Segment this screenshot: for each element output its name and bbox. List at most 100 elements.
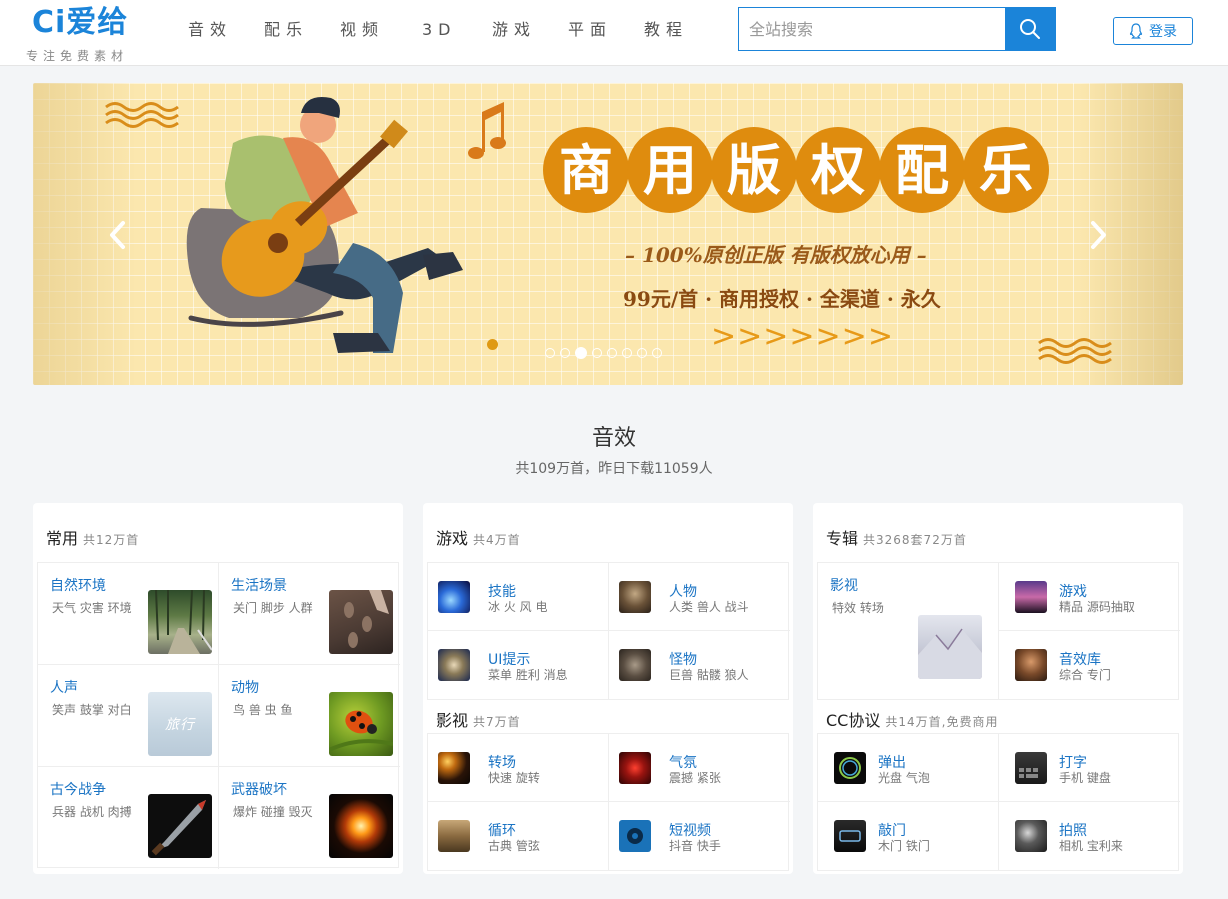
card-count: 共4万首 xyxy=(473,533,521,547)
card-header: 影视 共7万首 xyxy=(436,707,521,731)
nav-video[interactable]: 视频 xyxy=(340,18,384,42)
cc-typing[interactable]: 打字 手机 键盘 xyxy=(999,734,1180,802)
nav-game[interactable]: 游戏 xyxy=(492,18,536,42)
cc-photo[interactable]: 拍照 相机 宝利来 xyxy=(999,802,1180,870)
album-game[interactable]: 游戏 精品 源码抽取 xyxy=(999,563,1180,631)
site-logo[interactable]: Ci爱给 专注免费素材 xyxy=(26,5,150,64)
category-tags: 天气 灾害 环境 xyxy=(52,601,132,615)
popup-thumbnail xyxy=(834,752,866,784)
category-monster[interactable]: 怪物 巨兽 骷髅 狼人 xyxy=(609,631,790,699)
wavy-lines-decoration xyxy=(105,102,179,128)
album-game-thumbnail xyxy=(1015,581,1047,613)
category-skill[interactable]: 技能 冰 火 风 电 xyxy=(428,563,609,631)
skill-thumbnail xyxy=(438,581,470,613)
card-header: 游戏 共4万首 xyxy=(436,525,521,549)
category-character[interactable]: 人物 人类 兽人 战斗 xyxy=(609,563,790,631)
category-tags: 相机 宝利来 xyxy=(1059,839,1123,853)
banner-title-char: 用 xyxy=(627,127,713,213)
category-short-video[interactable]: 短视频 抖音 快手 xyxy=(609,802,790,870)
search-input[interactable] xyxy=(739,8,1005,50)
category-grid: 弹出 光盘 气泡 打字 手机 键盘 敲门 木门 铁门 拍照 相机 宝利来 xyxy=(817,733,1180,871)
banner-dot[interactable] xyxy=(592,348,602,358)
login-button[interactable]: 登录 xyxy=(1113,17,1193,45)
chevron-right-icon xyxy=(1091,221,1106,249)
category-tags: 手机 键盘 xyxy=(1059,771,1111,785)
category-atmosphere[interactable]: 气氛 震撼 紧张 xyxy=(609,734,790,802)
ladybug-graphic xyxy=(329,710,393,752)
snow-scene-thumbnail xyxy=(918,615,982,679)
banner-pagination xyxy=(545,347,662,359)
banner-dot[interactable] xyxy=(622,348,632,358)
card-title[interactable]: 常用 xyxy=(46,529,78,548)
card-album-cc: 专辑 共3268套72万首 影视 特效 转场 游戏 精品 源码抽取 音效库 综合 … xyxy=(813,503,1183,874)
logo-text: Ci爱给 xyxy=(32,5,129,40)
category-tags: 木门 铁门 xyxy=(878,839,930,853)
card-common: 常用 共12万首 自然环境 天气 灾害 环境 生活场景 关门 脚步 人群 人声 笑… xyxy=(33,503,403,874)
hero-banner[interactable]: 商 用 版 权 配 乐 – 100%原创正版 有版权放心用 – 99元/首 · … xyxy=(33,83,1183,385)
category-tags: 震撼 紧张 xyxy=(669,771,721,785)
banner-dot[interactable] xyxy=(652,348,662,358)
category-name: 人声 xyxy=(50,680,78,696)
banner-dot[interactable] xyxy=(545,348,555,358)
category-war[interactable]: 古今战争 兵器 战机 肉搏 xyxy=(38,767,219,869)
section-title: 音效 xyxy=(591,426,636,451)
banner-title: 商 用 版 权 配 乐 xyxy=(543,127,1053,217)
banner-title-char: 权 xyxy=(795,127,881,213)
forest-path-thumbnail xyxy=(148,590,212,654)
category-nature[interactable]: 自然环境 天气 灾害 环境 xyxy=(38,563,219,665)
banner-dot[interactable] xyxy=(607,348,617,358)
category-ui-hint[interactable]: UI提示 菜单 胜利 消息 xyxy=(428,631,609,699)
album-film[interactable]: 影视 特效 转场 xyxy=(818,563,999,699)
banner-arrows: >>>>>>> xyxy=(711,319,894,354)
category-loop[interactable]: 循环 古典 管弦 xyxy=(428,802,609,870)
card-title[interactable]: 游戏 xyxy=(436,529,468,548)
explosion-thumbnail xyxy=(329,794,393,858)
category-life[interactable]: 生活场景 关门 脚步 人群 xyxy=(219,563,400,665)
section-stats: 共109万首，昨日下载11059人 xyxy=(515,461,713,477)
logo-slogan: 专注免费素材 xyxy=(26,49,129,63)
banner-prev-button[interactable] xyxy=(103,217,133,253)
category-grid: 自然环境 天气 灾害 环境 生活场景 关门 脚步 人群 人声 笑声 鼓掌 对白 … xyxy=(37,562,400,869)
wavy-lines-decoration-right xyxy=(1038,338,1112,364)
knock-thumbnail xyxy=(834,820,866,852)
banner-dot-active[interactable] xyxy=(575,347,587,359)
banner-dot[interactable] xyxy=(560,348,570,358)
category-name: 武器破坏 xyxy=(231,782,287,798)
monster-thumbnail xyxy=(619,649,651,681)
nav-graphic[interactable]: 平面 xyxy=(568,18,612,42)
category-name: 动物 xyxy=(231,680,259,696)
banner-title-char: 商 xyxy=(543,127,629,213)
category-tags: 人类 兽人 战斗 xyxy=(669,600,749,614)
nav-3d[interactable]: 3D xyxy=(422,18,457,42)
nav-music[interactable]: 配乐 xyxy=(264,18,308,42)
nav-sound-effects[interactable]: 音效 xyxy=(188,18,232,42)
card-title[interactable]: CC协议 xyxy=(826,711,880,730)
card-header: 专辑 共3268套72万首 xyxy=(826,525,967,549)
qq-icon xyxy=(1129,23,1143,39)
category-transition[interactable]: 转场 快速 旋转 xyxy=(428,734,609,802)
nav-tutorial[interactable]: 教程 xyxy=(644,18,688,42)
category-grid: 技能 冰 火 风 电 人物 人类 兽人 战斗 UI提示 菜单 胜利 消息 怪物 … xyxy=(427,562,790,700)
category-weapon[interactable]: 武器破坏 爆炸 碰撞 毁灭 xyxy=(219,767,400,869)
album-library-thumbnail xyxy=(1015,649,1047,681)
banner-dot[interactable] xyxy=(637,348,647,358)
banner-next-button[interactable] xyxy=(1083,217,1113,253)
card-title[interactable]: 专辑 xyxy=(826,529,858,548)
banner-subtitle: – 100%原创正版 有版权放心用 – xyxy=(625,243,927,267)
footsteps-graphic xyxy=(344,590,389,648)
card-header: CC协议 共14万首,免费商用 xyxy=(826,707,998,731)
banner-title-char: 乐 xyxy=(963,127,1049,213)
site-search xyxy=(738,7,1056,51)
category-voice[interactable]: 人声 笑声 鼓掌 对白 旅行 xyxy=(38,665,219,767)
snow-scene-graphic xyxy=(918,628,982,679)
search-button[interactable] xyxy=(1005,8,1055,50)
loop-thumbnail xyxy=(438,820,470,852)
cc-knock[interactable]: 敲门 木门 铁门 xyxy=(818,802,999,870)
category-tags: 古典 管弦 xyxy=(488,839,540,853)
cc-popup[interactable]: 弹出 光盘 气泡 xyxy=(818,734,999,802)
album-sound-library[interactable]: 音效库 综合 专门 xyxy=(999,631,1180,699)
category-animal[interactable]: 动物 鸟 兽 虫 鱼 xyxy=(219,665,400,767)
category-grid: 转场 快速 旋转 气氛 震撼 紧张 循环 古典 管弦 短视频 抖音 快手 xyxy=(427,733,790,871)
card-title[interactable]: 影视 xyxy=(436,711,468,730)
ladybug-thumbnail xyxy=(329,692,393,756)
